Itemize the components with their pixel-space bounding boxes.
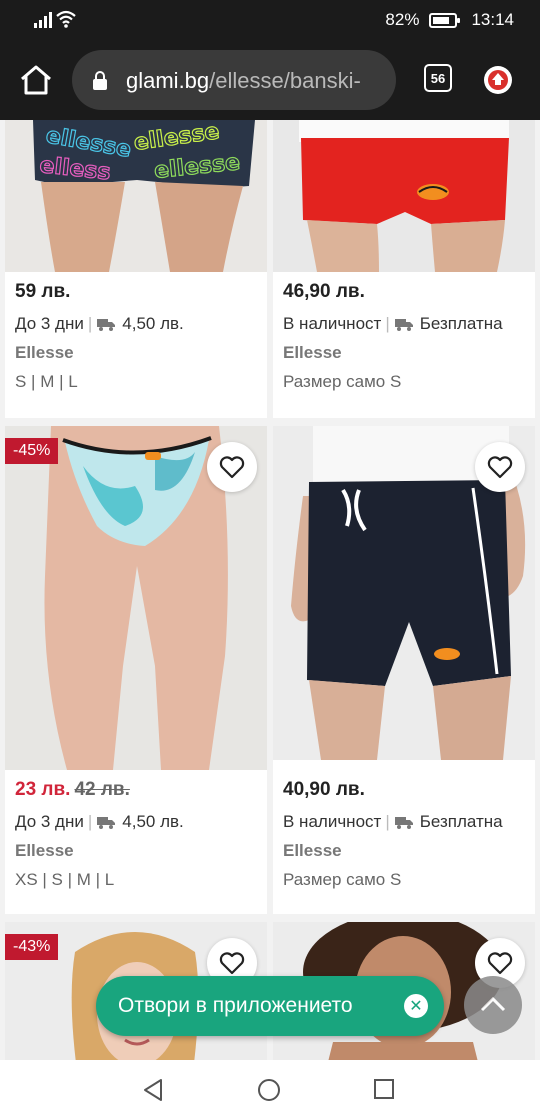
truck-icon bbox=[97, 318, 116, 331]
availability-text: До 3 дни bbox=[15, 314, 84, 333]
product-card[interactable]: ellesse ellesse elless ellesse 59 лв. До… bbox=[5, 120, 267, 418]
url-text: glami.bg/ellesse/banski- bbox=[126, 68, 361, 94]
old-price: 42 лв. bbox=[74, 779, 130, 800]
product-info: 23 лв. 42 лв. До 3 дни | 4,50 лв. Ellesse … bbox=[5, 778, 267, 891]
open-in-app-label: Отвори в приложението bbox=[118, 994, 353, 1017]
lock-icon bbox=[93, 71, 107, 90]
address-bar[interactable]: glami.bg/ellesse/banski- bbox=[72, 50, 396, 110]
product-price: 46,90 лв. bbox=[283, 281, 365, 302]
favorite-button[interactable] bbox=[207, 442, 257, 492]
close-icon[interactable]: ✕ bbox=[404, 994, 428, 1018]
delivery-info: В наличност | Безплатна bbox=[283, 812, 503, 831]
nav-home-icon[interactable] bbox=[258, 1079, 280, 1101]
sale-price: 23 лв. bbox=[15, 779, 71, 800]
shipping-price: Безплатна bbox=[419, 314, 503, 333]
product-price: 23 лв. 42 лв. bbox=[15, 778, 257, 802]
chevron-up-icon bbox=[480, 996, 506, 1012]
product-info: 46,90 лв. В наличност | Безплатна Ellesse… bbox=[273, 280, 535, 393]
url-path: /ellesse/banski- bbox=[209, 68, 361, 93]
product-brand: Ellesse bbox=[15, 841, 74, 860]
battery-percent: 82% bbox=[385, 10, 420, 29]
delivery-info: До 3 дни | 4,50 лв. bbox=[15, 314, 184, 333]
clock: 13:14 bbox=[471, 10, 514, 29]
product-info: 40,90 лв. В наличност | Безплатна Ellesse… bbox=[273, 778, 535, 891]
availability-text: В наличност bbox=[283, 314, 382, 333]
battery-icon bbox=[429, 12, 461, 28]
product-card[interactable]: -45% 23 лв. 42 лв. До 3 дни | 4,50 лв. Ell… bbox=[5, 426, 267, 914]
heart-icon bbox=[219, 952, 245, 975]
delivery-info: В наличност | Безплатна bbox=[283, 314, 503, 333]
scroll-to-top-button[interactable] bbox=[464, 976, 522, 1034]
system-nav-bar bbox=[0, 1060, 540, 1120]
url-host: glami.bg bbox=[126, 68, 210, 93]
discount-badge: -43% bbox=[5, 934, 59, 960]
status-bar: 82% 13:14 bbox=[0, 0, 540, 40]
favorite-button[interactable] bbox=[475, 442, 525, 492]
open-in-app-button[interactable]: Отвори в приложението ✕ bbox=[96, 976, 444, 1036]
product-image[interactable] bbox=[273, 120, 535, 272]
heart-icon bbox=[487, 952, 513, 975]
tab-count: 56 bbox=[430, 70, 446, 86]
truck-icon bbox=[394, 318, 413, 331]
shipping-price: 4,50 лв. bbox=[122, 812, 184, 831]
update-icon[interactable] bbox=[484, 66, 512, 94]
tab-switcher-button[interactable]: 56 bbox=[424, 64, 452, 92]
delivery-info: До 3 дни | 4,50 лв. bbox=[15, 812, 184, 831]
product-grid: ellesse ellesse elless ellesse 59 лв. До… bbox=[0, 120, 540, 1060]
product-card[interactable]: 40,90 лв. В наличност | Безплатна Ellesse… bbox=[273, 426, 535, 914]
shipping-price: Безплатна bbox=[419, 812, 503, 831]
recent-apps-icon[interactable] bbox=[374, 1079, 394, 1099]
availability-text: До 3 дни bbox=[15, 812, 84, 831]
heart-icon bbox=[487, 456, 513, 479]
product-sizes: XS | S | M | L bbox=[15, 870, 115, 889]
product-card[interactable]: 46,90 лв. В наличност | Безплатна Ellesse… bbox=[273, 120, 535, 418]
truck-icon bbox=[97, 816, 116, 829]
home-icon[interactable] bbox=[18, 62, 54, 98]
back-icon[interactable] bbox=[142, 1078, 164, 1102]
product-sizes: Размер само S bbox=[283, 372, 402, 391]
heart-icon bbox=[219, 456, 245, 479]
product-price: 59 лв. bbox=[15, 281, 71, 302]
product-brand: Ellesse bbox=[283, 841, 342, 860]
availability-text: В наличност bbox=[283, 812, 382, 831]
product-info: 59 лв. До 3 дни | 4,50 лв. Ellesse S | M … bbox=[5, 280, 267, 393]
product-price: 40,90 лв. bbox=[283, 779, 365, 800]
product-sizes: S | M | L bbox=[15, 372, 78, 391]
discount-badge: -45% bbox=[5, 438, 59, 464]
wifi-icon bbox=[56, 10, 76, 28]
truck-icon bbox=[394, 816, 413, 829]
product-brand: Ellesse bbox=[283, 343, 342, 362]
signal-icon bbox=[34, 12, 52, 28]
product-sizes: Размер само S bbox=[283, 870, 402, 889]
product-brand: Ellesse bbox=[15, 343, 74, 362]
shipping-price: 4,50 лв. bbox=[122, 314, 184, 333]
browser-toolbar: glami.bg/ellesse/banski- 56 bbox=[0, 40, 540, 120]
product-image[interactable]: ellesse ellesse elless ellesse bbox=[5, 120, 267, 272]
